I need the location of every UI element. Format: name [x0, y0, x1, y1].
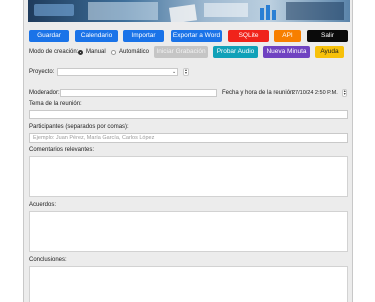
banner-chart-bar	[260, 8, 264, 20]
banner-decoration	[169, 4, 197, 22]
banner-decoration	[204, 3, 248, 17]
manual-radio[interactable]	[78, 50, 83, 55]
save-button[interactable]: Guardar	[29, 30, 69, 42]
conclusions-label: Conclusiones:	[29, 257, 67, 263]
manual-radio-label[interactable]: Manual	[86, 49, 106, 55]
project-label: Proyecto:	[29, 69, 55, 75]
start-recording-button[interactable]: Iniciar Grabación	[154, 46, 208, 58]
automatic-radio-label[interactable]: Automático	[119, 49, 149, 55]
agreements-textarea[interactable]	[29, 211, 348, 252]
import-button[interactable]: Importar	[123, 30, 164, 42]
conclusions-textarea[interactable]	[29, 266, 348, 302]
project-select[interactable]	[57, 68, 178, 76]
topic-label: Tema de la reunión:	[29, 101, 82, 107]
banner-decoration	[286, 2, 344, 20]
participants-placeholder: Ejemplo: Juan Pérez, María García, Carlo…	[33, 135, 155, 141]
exit-button[interactable]: Salir	[307, 30, 348, 42]
project-stepper[interactable]: ▲ ▼	[183, 68, 189, 76]
test-audio-button[interactable]: Probar Audio	[213, 46, 258, 58]
help-button[interactable]: Ayuda	[315, 46, 344, 58]
banner-decoration	[34, 4, 74, 16]
datetime-stepper[interactable]: ▲ ▼	[342, 89, 347, 97]
calendar-button[interactable]: Calendario	[75, 30, 118, 42]
moderator-label: Moderador:	[29, 90, 60, 96]
datetime-value[interactable]: 27/10/24 2:50 P.M.	[292, 90, 338, 96]
header-banner-image	[28, 0, 350, 22]
api-button[interactable]: API	[274, 30, 301, 42]
participants-label: Participantes (separados por comas):	[29, 124, 129, 130]
new-minute-button[interactable]: Nueva Minuta	[263, 46, 310, 58]
banner-chart-bar	[272, 10, 276, 20]
comments-textarea[interactable]	[29, 156, 348, 197]
agreements-label: Acuerdos:	[29, 202, 57, 208]
export-word-button[interactable]: Exportar a Word	[171, 30, 222, 42]
chevron-down-icon: ⌄	[172, 68, 177, 75]
topic-field[interactable]	[29, 110, 348, 119]
datetime-label: Fecha y hora de la reunión:	[222, 90, 296, 96]
moderator-field[interactable]	[60, 89, 217, 97]
creation-mode-label: Modo de creación:	[29, 49, 79, 55]
sqlite-button[interactable]: SQLite	[228, 30, 269, 42]
automatic-radio[interactable]	[111, 50, 116, 55]
banner-chart-bar	[266, 5, 270, 20]
app-window: Guardar Calendario Importar Exportar a W…	[23, 0, 353, 302]
comments-label: Comentarios relevantes:	[29, 147, 95, 153]
participants-field[interactable]: Ejemplo: Juan Pérez, María García, Carlo…	[29, 133, 348, 143]
banner-decoration	[88, 2, 158, 20]
